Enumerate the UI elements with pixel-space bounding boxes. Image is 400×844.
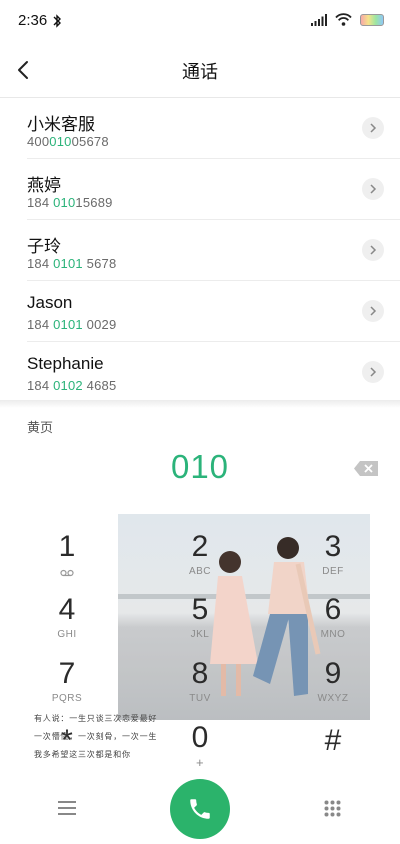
key-8[interactable]: 8 TUV xyxy=(155,657,245,717)
key-9[interactable]: 9 WXYZ xyxy=(288,657,378,717)
key-4[interactable]: 4 GHI xyxy=(22,593,112,653)
key-6[interactable]: 6 MNO xyxy=(288,593,378,653)
status-bar: 2:36 xyxy=(0,0,400,42)
chevron-right-icon xyxy=(370,306,377,316)
key-7[interactable]: 7 PQRS xyxy=(22,657,112,717)
contact-detail-button[interactable] xyxy=(362,117,384,139)
contact-number: 40001005678 xyxy=(27,134,109,149)
chevron-right-icon xyxy=(370,184,377,194)
bluetooth-icon xyxy=(53,14,61,28)
contact-name: 燕婷 xyxy=(27,176,61,195)
page-title: 通话 xyxy=(182,62,218,82)
key-5[interactable]: 5 JKL xyxy=(155,593,245,653)
key-hash[interactable]: # xyxy=(288,724,378,784)
contact-name: Jason xyxy=(27,293,73,312)
contact-name: 子玲 xyxy=(27,237,61,256)
contact-row[interactable]: 小米客服 40001005678 xyxy=(27,98,400,159)
key-3[interactable]: 3 DEF xyxy=(288,530,378,590)
battery-icon xyxy=(360,13,384,26)
status-time: 2:36 xyxy=(18,12,48,29)
contact-detail-button[interactable] xyxy=(362,361,384,383)
contact-row[interactable]: 子玲 184 0101 5678 xyxy=(27,220,400,281)
contact-detail-button[interactable] xyxy=(362,239,384,261)
phone-icon xyxy=(190,799,210,819)
header: 通话 xyxy=(0,42,400,98)
menu-icon[interactable] xyxy=(58,801,76,815)
contact-list: 小米客服 40001005678 燕婷 184 01015689 子玲 184 … xyxy=(0,98,400,403)
contact-number: 184 0102 4685 xyxy=(27,378,117,393)
contact-number: 184 01015689 xyxy=(27,195,113,210)
chevron-right-icon xyxy=(370,245,377,255)
key-0[interactable]: 0 + xyxy=(155,721,245,781)
call-button[interactable] xyxy=(170,779,230,839)
chevron-right-icon xyxy=(370,367,377,377)
wifi-icon xyxy=(335,13,352,26)
dial-number-display: 010 xyxy=(170,448,230,485)
contact-name: Stephanie xyxy=(27,354,104,373)
contact-number: 184 0101 5678 xyxy=(27,256,117,271)
contact-detail-button[interactable] xyxy=(362,178,384,200)
key-1[interactable]: 1 xyxy=(22,530,112,590)
signal-icon xyxy=(311,13,327,26)
contact-detail-button[interactable] xyxy=(362,300,384,322)
contact-row[interactable]: 燕婷 184 01015689 xyxy=(27,159,400,220)
voicemail-icon xyxy=(60,569,74,577)
contact-row[interactable]: Jason 184 0101 0029 xyxy=(27,281,400,342)
keypad-icon[interactable] xyxy=(324,800,341,817)
key-2[interactable]: 2 ABC xyxy=(155,530,245,590)
contact-number: 184 0101 0029 xyxy=(27,317,117,332)
yellow-pages-link[interactable]: 黄页 xyxy=(27,417,53,436)
contact-row[interactable]: Stephanie 184 0102 4685 xyxy=(27,342,400,403)
list-divider xyxy=(0,400,400,408)
wallpaper-caption: 有人说：一生只谈三次恋爱最好 一次懵懂，一次刻骨，一次一生 我多希望这三次都是和… xyxy=(34,714,158,759)
contact-name: 小米客服 xyxy=(27,115,95,134)
status-icons xyxy=(311,13,384,26)
chevron-right-icon xyxy=(370,123,377,133)
delete-icon[interactable] xyxy=(354,461,378,476)
